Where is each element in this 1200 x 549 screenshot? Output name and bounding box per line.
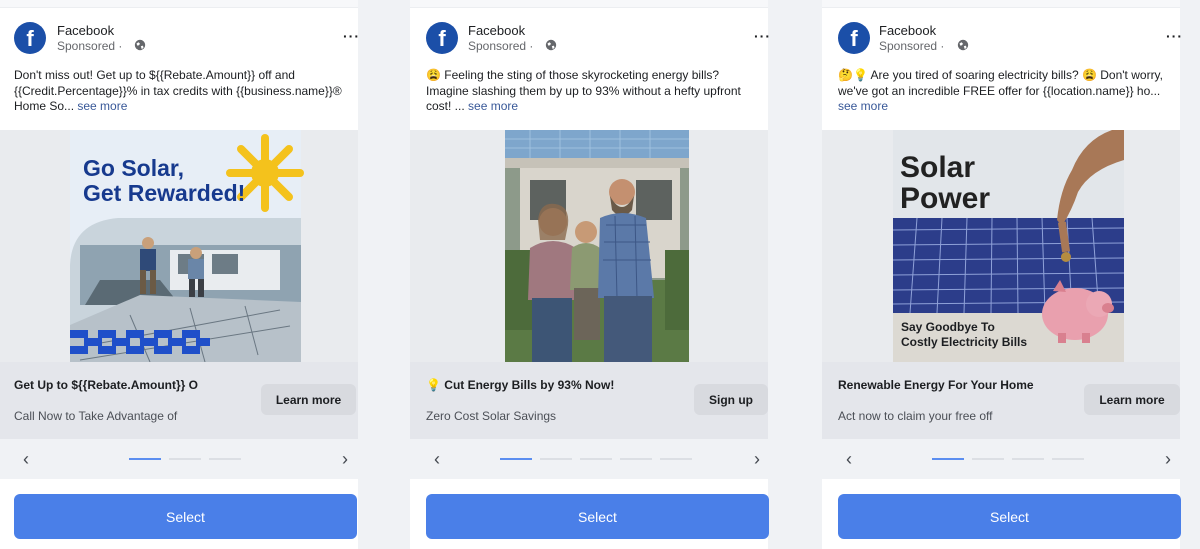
ad-header: f Facebook Sponsored · ··· bbox=[822, 20, 1183, 60]
carousel-nav: ‹ › bbox=[410, 439, 768, 479]
select-button[interactable]: Select bbox=[426, 494, 769, 539]
ad-image[interactable]: Solar Power Say Goodbye To Costly Electr… bbox=[822, 130, 1180, 362]
chevron-left-icon[interactable]: ‹ bbox=[427, 449, 447, 469]
carousel-indicator[interactable] bbox=[169, 458, 201, 460]
ad-body-text: 😩 Feeling the sting of those skyrocketin… bbox=[426, 68, 741, 113]
sponsored-label: Sponsored · bbox=[57, 39, 123, 53]
ad-image[interactable]: Go Solar, Get Rewarded! bbox=[0, 130, 358, 362]
chevron-right-icon[interactable]: › bbox=[335, 449, 355, 469]
ad-headline: Renewable Energy For Your Home bbox=[838, 378, 1034, 392]
page-name[interactable]: Facebook bbox=[468, 23, 525, 38]
page-name[interactable]: Facebook bbox=[879, 23, 936, 38]
carousel-indicator[interactable] bbox=[660, 458, 692, 460]
image-headline-1: Go Solar, bbox=[83, 155, 184, 181]
globe-icon bbox=[134, 39, 146, 51]
image-headline-2: Power bbox=[900, 182, 990, 215]
ad-description: Zero Cost Solar Savings bbox=[426, 409, 557, 423]
ad-cta-strip[interactable]: 💡 Cut Energy Bills by 93% Now! Zero Cost… bbox=[410, 362, 768, 439]
globe-icon bbox=[545, 39, 557, 51]
see-more-link[interactable]: see more bbox=[838, 99, 888, 113]
carousel-nav: ‹ › bbox=[0, 439, 358, 479]
ad-cta-strip[interactable]: Get Up to ${{Rebate.Amount}} O Call Now … bbox=[0, 362, 358, 439]
facebook-avatar[interactable]: f bbox=[14, 22, 46, 54]
chevron-left-icon[interactable]: ‹ bbox=[839, 449, 859, 469]
globe-icon bbox=[957, 39, 969, 51]
see-more-link[interactable]: see more bbox=[77, 99, 127, 113]
sponsored-label: Sponsored · bbox=[879, 39, 945, 53]
solar-power-creative: Solar Power Say Goodbye To Costly Electr… bbox=[892, 130, 1125, 362]
page-name[interactable]: Facebook bbox=[57, 23, 114, 38]
facebook-avatar[interactable]: f bbox=[838, 22, 870, 54]
more-options-icon[interactable]: ··· bbox=[1166, 28, 1183, 44]
ad-cta-strip[interactable]: Renewable Energy For Your Home Act now t… bbox=[822, 362, 1180, 439]
learn-more-button[interactable]: Learn more bbox=[1084, 384, 1180, 415]
chevron-right-icon[interactable]: › bbox=[1158, 449, 1178, 469]
ad-description: Call Now to Take Advantage of bbox=[14, 409, 178, 423]
see-more-link[interactable]: see more bbox=[468, 99, 518, 113]
ad-headline: 💡 Cut Energy Bills by 93% Now! bbox=[426, 378, 615, 392]
chevron-left-icon[interactable]: ‹ bbox=[16, 449, 36, 469]
carousel-indicator[interactable] bbox=[972, 458, 1004, 460]
carousel-indicator[interactable] bbox=[129, 458, 161, 460]
carousel-nav: ‹ › bbox=[822, 439, 1180, 479]
carousel-indicator[interactable] bbox=[580, 458, 612, 460]
family-solar-photo bbox=[505, 130, 689, 362]
ad-image[interactable] bbox=[410, 130, 768, 362]
carousel-indicator[interactable] bbox=[932, 458, 964, 460]
ad-card-2: f Facebook Sponsored · ··· 😩 Feeling the… bbox=[410, 0, 771, 549]
carousel-indicator[interactable] bbox=[540, 458, 572, 460]
ad-body-text: 🤔💡 Are you tired of soaring electricity … bbox=[838, 68, 1164, 113]
ad-description: Act now to claim your free off bbox=[838, 409, 993, 423]
sign-up-button[interactable]: Sign up bbox=[694, 384, 768, 415]
select-button[interactable]: Select bbox=[838, 494, 1181, 539]
carousel-indicator[interactable] bbox=[1012, 458, 1044, 460]
chevron-right-icon[interactable]: › bbox=[747, 449, 767, 469]
image-headline-2: Get Rewarded! bbox=[83, 180, 245, 206]
facebook-avatar[interactable]: f bbox=[426, 22, 458, 54]
image-caption-1: Say Goodbye To bbox=[901, 320, 995, 334]
ad-card-1: f Facebook Sponsored · ··· Don't miss ou… bbox=[0, 0, 360, 549]
ad-body-text: Don't miss out! Get up to ${{Rebate.Amou… bbox=[14, 68, 342, 113]
carousel-indicator[interactable] bbox=[500, 458, 532, 460]
learn-more-button[interactable]: Learn more bbox=[261, 384, 356, 415]
carousel-indicator[interactable] bbox=[620, 458, 652, 460]
more-options-icon[interactable]: ··· bbox=[343, 28, 360, 44]
ad-header: f Facebook Sponsored · ··· bbox=[0, 20, 360, 60]
ad-card-3: f Facebook Sponsored · ··· 🤔💡 Are you ti… bbox=[822, 0, 1183, 549]
go-solar-creative: Go Solar, Get Rewarded! bbox=[70, 130, 304, 362]
more-options-icon[interactable]: ··· bbox=[754, 28, 771, 44]
image-headline-1: Solar bbox=[900, 151, 975, 184]
image-caption-2: Costly Electricity Bills bbox=[901, 335, 1027, 349]
ad-header: f Facebook Sponsored · ··· bbox=[410, 20, 771, 60]
carousel-indicator[interactable] bbox=[209, 458, 241, 460]
carousel-indicator[interactable] bbox=[1052, 458, 1084, 460]
ad-headline: Get Up to ${{Rebate.Amount}} O bbox=[14, 378, 199, 392]
sponsored-label: Sponsored · bbox=[468, 39, 534, 53]
select-button[interactable]: Select bbox=[14, 494, 357, 539]
